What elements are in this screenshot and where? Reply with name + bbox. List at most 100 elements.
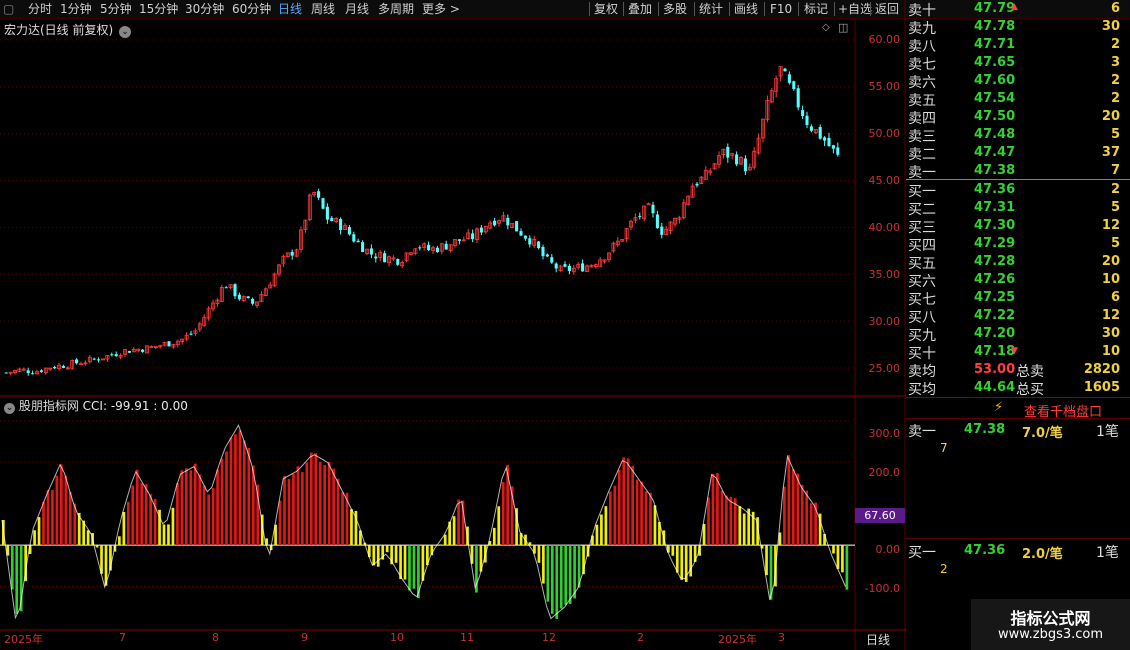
sell-level-3[interactable]: 卖八 47.71 2: [906, 36, 1120, 55]
cci-bar: [497, 506, 501, 546]
level-volume: 7: [1110, 163, 1120, 178]
level-price: 47.60: [974, 73, 1016, 88]
cci-bar: [501, 482, 505, 546]
level-volume: 5: [1110, 236, 1120, 251]
cci-bar: [711, 473, 715, 546]
candle-body: [831, 145, 835, 149]
buy-level-5[interactable]: 买五 47.28 20: [906, 253, 1120, 272]
cci-bar: [729, 496, 733, 546]
diamond-icon[interactable]: ◇: [822, 22, 830, 33]
cci-value: CCI: -99.91 : 0.00: [82, 399, 188, 413]
date-label: 9: [301, 631, 308, 644]
cci-bar: [46, 489, 50, 546]
candle-body: [493, 220, 497, 226]
level-volume: 2: [1110, 91, 1120, 106]
cci-bar: [546, 545, 550, 602]
buy-level-3[interactable]: 买三 47.30 12: [906, 217, 1120, 236]
buy-level-7[interactable]: 买七 47.25 6: [906, 289, 1120, 308]
cci-bar: [559, 545, 563, 609]
candle-body: [726, 146, 730, 158]
sell-level-6[interactable]: 卖五 47.54 2: [906, 90, 1120, 109]
level-price: 47.54: [974, 91, 1016, 106]
sell-level-4[interactable]: 卖七 47.65 3: [906, 54, 1120, 73]
cci-bar: [635, 479, 639, 546]
cci-bar: [613, 485, 617, 546]
buy-level-2[interactable]: 买二 47.31 5: [906, 199, 1120, 218]
sell-level-10[interactable]: 卖一 47.38 7: [906, 162, 1120, 181]
depth-buy1-price: 47.36: [964, 543, 1006, 558]
window-toggle-icon[interactable]: ◫: [838, 21, 848, 34]
cci-bar: [60, 464, 63, 546]
sell-level-2[interactable]: 卖九 47.78 30: [906, 18, 1120, 37]
cci-bar: [193, 463, 197, 546]
total-buy-label: 总买: [1016, 382, 1044, 398]
buy-level-6[interactable]: 买六 47.26 10: [906, 271, 1120, 290]
cci-bar: [140, 483, 144, 546]
candle-body: [479, 227, 483, 233]
sell-level-8[interactable]: 卖三 47.48 5: [906, 126, 1120, 145]
candle-body: [317, 191, 321, 198]
cci-bar: [292, 473, 295, 546]
candle-body: [383, 253, 387, 263]
settings-circle-icon[interactable]: ⌄: [4, 403, 15, 414]
candle-body: [827, 137, 831, 147]
level-volume: 3: [1110, 55, 1120, 70]
buy-level-1[interactable]: 买一 47.36 2: [906, 181, 1120, 200]
cci-bar: [568, 545, 572, 604]
chevron-down-icon[interactable]: ⌄: [119, 26, 132, 38]
cci-bar: [184, 468, 188, 546]
candle-body: [823, 137, 827, 141]
cci-bar: [122, 511, 126, 546]
kline-chart[interactable]: [0, 0, 906, 650]
buy-level-9[interactable]: 买九 47.20 30: [906, 325, 1120, 344]
cci-bar: [180, 470, 184, 546]
cci-bar: [600, 514, 603, 546]
buy-level-4[interactable]: 买四 47.29 5: [906, 235, 1120, 254]
sell-level-7[interactable]: 卖四 47.50 20: [906, 108, 1120, 127]
cci-bar: [608, 491, 612, 546]
period-label[interactable]: 日线: [866, 631, 890, 648]
cci-bar: [131, 485, 135, 546]
level-volume: 6: [1110, 1, 1120, 16]
candle-body: [836, 147, 840, 155]
cci-bar: [622, 457, 626, 546]
total-sell-label: 总卖: [1016, 364, 1044, 380]
cci-bar: [207, 494, 210, 546]
cci-bar: [211, 488, 215, 546]
depth-divider: [906, 418, 1130, 419]
cci-bar: [309, 452, 313, 546]
chart-title: 宏力达(日线 前复权) ⌄: [4, 21, 132, 38]
cci-bar: [805, 490, 809, 546]
date-label: 10: [390, 631, 404, 644]
cci-bar: [841, 545, 844, 573]
buy-level-8[interactable]: 买八 47.22 12: [906, 307, 1120, 326]
candle-body: [783, 68, 787, 72]
cci-bar: [720, 490, 724, 546]
candle-body: [651, 204, 655, 214]
level-label: 卖四: [908, 111, 936, 127]
cci-bar: [95, 545, 99, 548]
sell-level-9[interactable]: 卖二 47.47 37: [906, 144, 1120, 163]
cci-bar: [68, 491, 72, 546]
date-label: 7: [119, 631, 126, 644]
candle-body: [528, 238, 532, 245]
candle-body: [541, 246, 545, 257]
cci-bar: [327, 461, 331, 546]
sell-level-5[interactable]: 卖六 47.60 2: [906, 72, 1120, 91]
cci-tick: 0.00: [875, 543, 901, 556]
candle-body: [347, 227, 351, 235]
cci-bar: [376, 545, 380, 567]
candle-body: [695, 183, 699, 186]
candle-body: [396, 258, 400, 265]
cci-bar: [439, 544, 443, 546]
cci-bar: [305, 462, 309, 546]
level-label: 卖六: [908, 75, 936, 91]
price-tick: 60.00: [868, 33, 901, 46]
avg-sell-price: 53.00: [974, 362, 1016, 377]
cci-bar: [144, 484, 148, 546]
level-volume: 20: [1101, 109, 1120, 124]
cci-bar: [126, 501, 130, 546]
total-buy-value: 1605: [1083, 380, 1120, 395]
candle-body: [735, 154, 739, 165]
level-volume: 10: [1101, 344, 1120, 359]
